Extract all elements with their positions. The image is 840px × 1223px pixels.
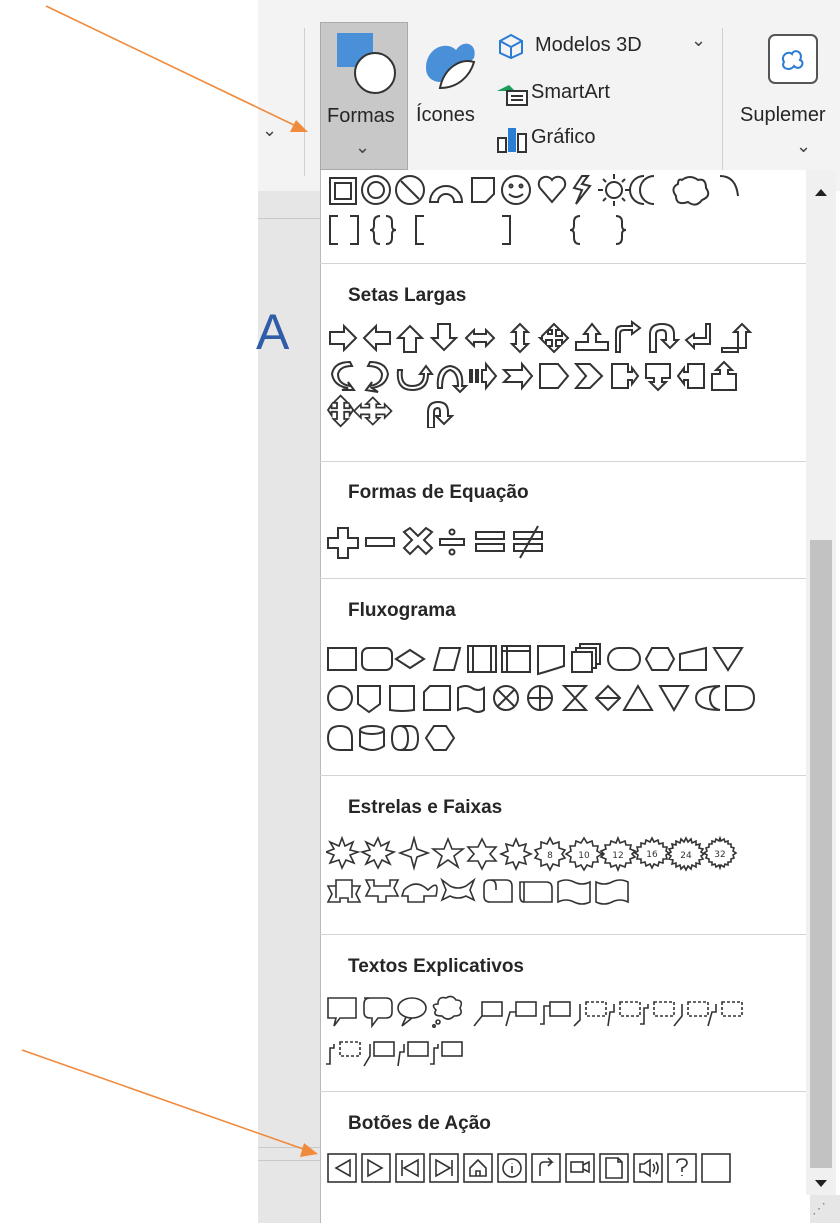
annotation-arrows (21, 5, 318, 1157)
arrowhead-icon (300, 1143, 318, 1157)
annotation-arrow (21, 1049, 307, 1151)
annotation-arrow (45, 5, 297, 127)
arrowhead-icon (290, 120, 308, 132)
